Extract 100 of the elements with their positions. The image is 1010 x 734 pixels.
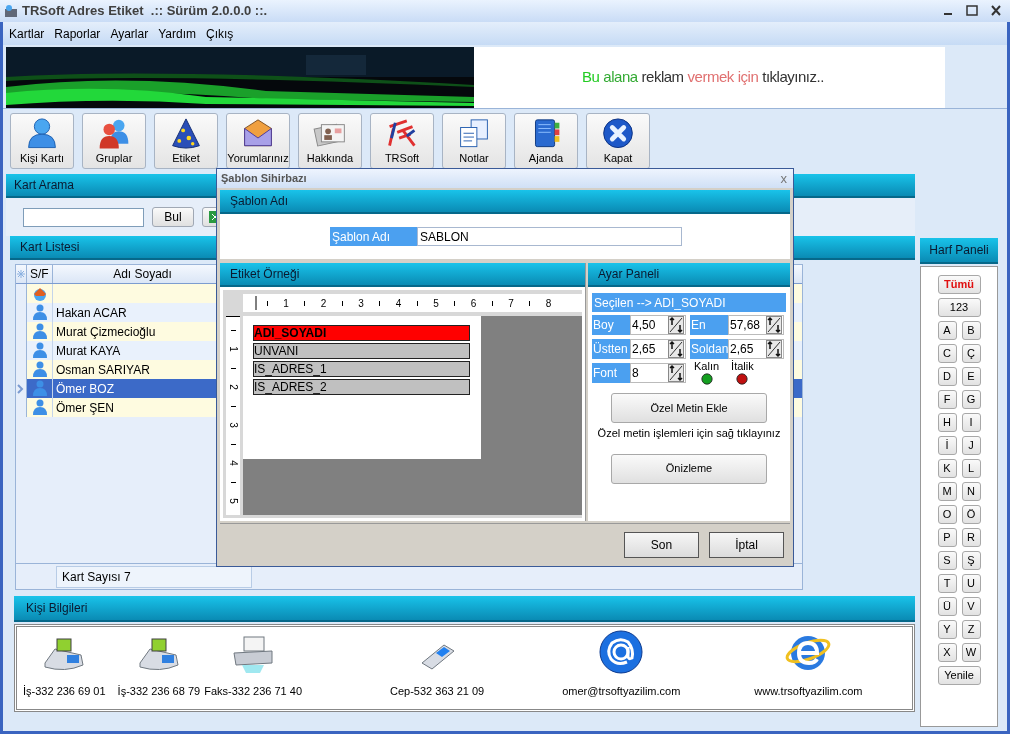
toolbar-button[interactable]: Yorumlarınız	[226, 113, 290, 169]
menu-item[interactable]: Yardım	[158, 24, 196, 43]
letter-button[interactable]: A	[937, 321, 957, 340]
letter-button[interactable]: S	[937, 551, 957, 570]
menu-item[interactable]: Çıkış	[205, 24, 234, 43]
documents-icon	[457, 117, 491, 150]
field-label: Soldan	[690, 339, 728, 359]
filter-button[interactable]: 123	[937, 298, 981, 317]
column-header[interactable]: S/F	[27, 265, 53, 283]
spinner-icon[interactable]	[668, 316, 684, 334]
window-title: TRSoft Adres Etiket .:: Sürüm 2.0.0.0 ::.	[22, 2, 268, 21]
toolbar-button[interactable]: Ajanda	[514, 113, 578, 169]
menu-item[interactable]: Ayarlar	[110, 24, 149, 43]
search-button[interactable]: Bul	[152, 207, 194, 227]
letter-button[interactable]: N	[961, 482, 981, 501]
search-field[interactable]	[23, 207, 144, 227]
dialog-button[interactable]: İptal	[709, 532, 784, 558]
letter-button[interactable]: P	[937, 528, 957, 547]
letter-button[interactable]: İ	[937, 436, 957, 455]
letter-button[interactable]: D	[937, 367, 957, 386]
field-label: Font	[592, 363, 630, 383]
wizard-hat-icon	[169, 117, 203, 150]
number-field[interactable]: 4,50	[630, 315, 686, 335]
letter-button[interactable]: K	[937, 459, 957, 478]
status-dot[interactable]	[735, 373, 750, 385]
letter-button[interactable]: Ş	[961, 551, 981, 570]
toolbar-button[interactable]: Kapat	[586, 113, 650, 169]
field-label: En	[690, 315, 728, 335]
ad-text: alana	[603, 67, 638, 88]
letter-button[interactable]: V	[961, 597, 981, 616]
letter-button[interactable]: O	[937, 505, 957, 524]
letter-button[interactable]: J	[961, 436, 981, 455]
letter-button[interactable]: T	[937, 574, 957, 593]
email-icon	[598, 628, 645, 675]
letter-button[interactable]: C	[937, 344, 957, 363]
dialog-title: Şablon Sihirbazı	[221, 171, 307, 187]
letter-button[interactable]: W	[961, 643, 981, 662]
menu-item[interactable]: Raporlar	[54, 24, 101, 43]
label-field[interactable]: UNVANI	[253, 343, 470, 359]
section-title: Şablon Adı	[230, 193, 289, 210]
letter-button[interactable]: F	[937, 390, 957, 409]
dialog-button[interactable]: Son	[624, 532, 699, 558]
section-title: Kişi Bilgileri	[26, 600, 88, 617]
ad-area[interactable]: Bu alana reklam vermek için tıklayınız..	[474, 47, 945, 108]
section-title: Kart Arama	[14, 177, 75, 194]
letter-button[interactable]: Ü	[937, 597, 957, 616]
letter-button[interactable]: I	[961, 413, 981, 432]
letter-button[interactable]: M	[937, 482, 957, 501]
number-field[interactable]: 8	[630, 363, 686, 383]
label-field[interactable]: ADI_SOYADI	[253, 325, 470, 341]
ruler-tick-icon	[454, 300, 456, 306]
name-cell-text: Ömer BOZ	[56, 380, 114, 398]
letter-button[interactable]: R	[961, 528, 981, 547]
preview-button[interactable]: Önizleme	[611, 453, 767, 484]
letter-button[interactable]: U	[961, 574, 981, 593]
ruler-tick-icon	[341, 300, 343, 306]
letter-button[interactable]: X	[937, 643, 957, 662]
letter-button[interactable]: Y	[937, 620, 957, 639]
letter-button[interactable]: H	[937, 413, 957, 432]
spinner-icon[interactable]	[668, 364, 684, 382]
letter-button[interactable]: L	[961, 459, 981, 478]
toolbar-button[interactable]: Notlar	[442, 113, 506, 169]
ruler-number: 1	[283, 296, 289, 311]
toolbar-button[interactable]: TRSoft	[370, 113, 434, 169]
spinner-icon[interactable]	[668, 340, 684, 358]
spinner-icon[interactable]	[766, 340, 782, 358]
letter-button[interactable]: E	[961, 367, 981, 386]
toolbar-button[interactable]: Gruplar	[82, 113, 146, 169]
letter-button[interactable]: Ç	[961, 344, 981, 363]
number-field[interactable]: 2,65	[728, 339, 784, 359]
filter-button[interactable]: Tümü	[937, 275, 981, 294]
spinner-icon[interactable]	[766, 316, 782, 334]
toolbar-button[interactable]: Hakkında	[298, 113, 362, 169]
name-cell-text: Ömer ŞEN	[56, 399, 114, 417]
status-dot[interactable]	[699, 373, 714, 385]
ruler-number: 4	[395, 296, 402, 311]
ruler-tick-icon	[266, 300, 268, 306]
ruler-tick-icon	[416, 300, 418, 306]
contact-text: Faks-332 236 71 40	[204, 683, 302, 699]
label-field[interactable]: IS_ADRES_2	[253, 379, 470, 395]
field-label: Üstten	[592, 339, 630, 359]
toolbar-button[interactable]: Etiket	[154, 113, 218, 169]
person-icon	[31, 361, 48, 378]
custom-text-button[interactable]: Özel Metin Ekle	[611, 393, 767, 423]
person-icon	[31, 304, 48, 321]
close-button[interactable]: x	[780, 172, 787, 185]
toolbar-button[interactable]: Kişi Kartı	[10, 113, 74, 169]
template-name-field[interactable]: SABLON	[417, 227, 682, 246]
label-field[interactable]: IS_ADRES_1	[253, 361, 470, 377]
person-icon	[31, 380, 48, 397]
letter-button[interactable]: Ö	[961, 505, 981, 524]
ruler-number: 2	[228, 384, 238, 391]
number-field[interactable]: 57,68	[728, 315, 784, 335]
letter-button[interactable]: B	[961, 321, 981, 340]
letter-button[interactable]: G	[961, 390, 981, 409]
number-field[interactable]: 2,65	[630, 339, 686, 359]
filter-button[interactable]: Yenile	[937, 666, 981, 685]
letter-button[interactable]: Z	[961, 620, 981, 639]
people-icon	[97, 117, 131, 150]
menu-item[interactable]: Kartlar	[9, 24, 45, 43]
